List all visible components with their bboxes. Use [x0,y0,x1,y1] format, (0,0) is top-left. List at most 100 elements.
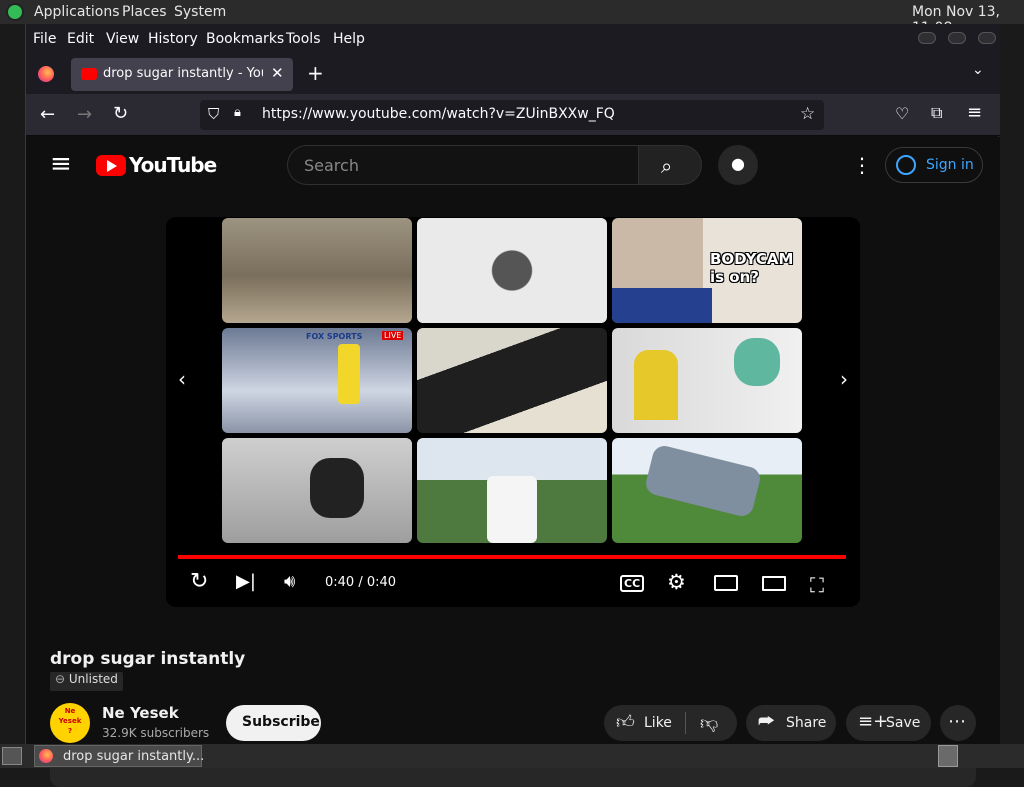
thumbs-down-icon: 👎︎ [700,713,719,734]
reload-icon[interactable]: ↻ [113,103,128,124]
menu-tools[interactable]: Tools [286,31,321,47]
progress-bar[interactable] [178,555,846,559]
endscreen-video-5[interactable] [417,328,607,433]
endscreen-video-4[interactable]: LIVE FOX SPORTS [222,328,412,433]
bookmark-star-icon[interactable]: ☆ [800,104,815,124]
gnome-foot-icon[interactable] [6,3,24,21]
forward-icon[interactable]: → [77,104,92,125]
youtube-logo-text: YouTube [129,153,217,177]
microphone-icon: ● [731,154,745,173]
miniplayer-icon[interactable] [714,575,738,591]
app-menu-icon[interactable]: ≡ [967,102,982,123]
menu-view[interactable]: View [106,31,139,47]
guide-menu-icon[interactable]: ≡ [50,149,72,179]
endscreen-video-2[interactable] [417,218,607,323]
places-menu[interactable]: Places [122,4,167,20]
applications-menu[interactable]: Applications [34,4,120,20]
search-icon: ⌕ [661,154,673,178]
save-label: Save [886,715,921,731]
tab-bar: drop sugar instantly - YouTu ✕ + ⌄ [26,54,1000,94]
youtube-play-icon [96,155,126,176]
menu-bookmarks[interactable]: Bookmarks [206,31,284,47]
taskbar-window-title: drop sugar instantly... [63,749,205,764]
show-desktop-icon[interactable] [2,747,22,765]
back-icon[interactable]: ← [40,104,55,125]
lock-icon[interactable]: 🔒︎ [234,105,241,120]
firefox-view-icon[interactable] [38,66,54,82]
endscreen-video-9[interactable] [612,438,802,543]
add-to-playlist-icon: ≡+ [858,711,889,732]
channel-name[interactable]: Ne Yesek [102,704,179,722]
minimize-button[interactable] [918,32,936,44]
player-controls: ↻ ▶| 🔊︎ 0:40 / 0:40 CC ⚙ ⛶ [166,563,860,603]
settings-more-icon[interactable]: ⋮ [852,153,872,177]
share-button[interactable]: ⮫ Share [746,705,836,741]
menu-history[interactable]: History [148,31,198,47]
live-badge: LIVE [382,331,404,340]
channel-avatar-text: Ne Yesek ? [58,707,82,735]
video-player[interactable]: ‹ › BODYCAM is on? LIVE FOX SPORTS ↻ ▶| … [166,217,860,607]
system-menu[interactable]: System [174,4,226,20]
sign-in-button[interactable]: Sign in [885,147,983,183]
thumbnail-caption: BODYCAM is on? [710,250,794,286]
search-input[interactable]: Search [287,145,639,185]
voice-search-button[interactable]: ● [718,145,758,185]
url-text[interactable]: https://www.youtube.com/watch?v=ZUinBXXw… [262,106,615,122]
pocket-icon[interactable]: ♡ [895,104,909,123]
endscreen-video-7[interactable] [222,438,412,543]
previous-icon[interactable]: ‹ [178,367,186,391]
shield-icon[interactable]: ⛉ [208,105,219,123]
next-video-icon[interactable]: ▶| [236,571,256,592]
tab-youtube[interactable]: drop sugar instantly - YouTu ✕ [71,58,293,91]
endscreen-video-6[interactable] [612,328,802,433]
subscribe-label: Subscribe [242,714,320,730]
next-icon[interactable]: › [840,367,848,391]
like-label: Like [644,715,672,731]
save-button[interactable]: ≡+ Save [846,705,931,741]
time-display: 0:40 / 0:40 [325,575,397,590]
navigation-bar: ← → ↻ ⛉ 🔒︎ https://www.youtube.com/watch… [26,94,1000,136]
search-button[interactable]: ⌕ [638,145,702,185]
youtube-page: ≡ YouTube Search ⌕ ● ⋮ Sign in ‹ › BODYC… [26,137,1000,787]
taskbar: drop sugar instantly... [0,744,1024,768]
menu-help[interactable]: Help [333,31,365,47]
more-actions-button[interactable]: ⋯ [940,705,976,741]
subscriber-count: 32.9K subscribers [102,726,210,740]
volume-icon[interactable]: 🔊︎ [284,571,295,592]
maximize-button[interactable] [948,32,966,44]
firefox-icon [39,749,53,763]
top-panel: Applications Places System Mon Nov 13, 1… [0,0,1024,36]
list-all-tabs-icon[interactable]: ⌄ [972,62,984,78]
fox-sports-text: FOX SPORTS [306,332,363,341]
extensions-icon[interactable]: ⧉ [931,103,942,123]
subscribe-button[interactable]: Subscribe [226,705,321,741]
like-dislike-group: 👍︎ Like 👎︎ [604,705,737,741]
close-window-button[interactable] [978,32,996,44]
channel-avatar[interactable]: Ne Yesek ? [50,703,90,743]
fullscreen-icon[interactable]: ⛶ [810,573,824,597]
endscreen-video-1[interactable] [222,218,412,323]
link-icon: ⊖ [55,672,66,686]
account-icon [896,155,916,175]
endscreen-video-8[interactable] [417,438,607,543]
taskbar-window-button[interactable]: drop sugar instantly... [34,745,205,767]
unlisted-badge: ⊖ Unlisted [50,672,123,691]
new-tab-icon[interactable]: + [307,61,324,85]
menu-file[interactable]: File [33,31,56,47]
unlisted-label: Unlisted [68,672,118,686]
theater-mode-icon[interactable] [762,576,786,591]
youtube-favicon [81,68,97,80]
workspace-switcher[interactable] [938,745,958,767]
url-bar[interactable]: ⛉ 🔒︎ https://www.youtube.com/watch?v=ZUi… [200,100,824,130]
endscreen-video-3[interactable]: BODYCAM is on? [612,218,802,323]
share-icon: ⮫ [758,711,775,732]
settings-gear-icon[interactable]: ⚙ [667,570,686,594]
tab-title: drop sugar instantly - YouTu [103,66,263,81]
menu-edit[interactable]: Edit [67,31,94,47]
like-button[interactable]: 👍︎ Like [604,705,684,741]
firefox-window: File Edit View History Bookmarks Tools H… [25,24,1000,787]
close-tab-icon[interactable]: ✕ [271,64,284,82]
replay-icon[interactable]: ↻ [190,569,208,594]
dislike-button[interactable]: 👎︎ [686,705,737,741]
subtitles-icon[interactable]: CC [620,575,645,592]
